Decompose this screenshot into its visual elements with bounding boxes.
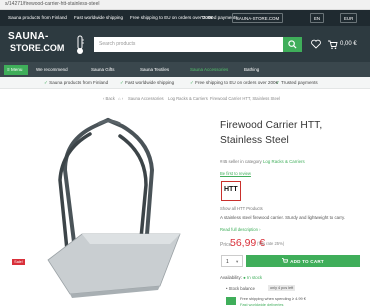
truck-icon [226,297,236,305]
usp-item: ✓ Sauna products from Finland [44,80,109,85]
cart-total[interactable]: 0,00 € [340,41,357,47]
availability: Availability: ● In stock [220,275,263,280]
add-to-cart-button[interactable]: ADD TO CART [246,255,360,267]
show-all-brand-link[interactable]: Show all HTT Products [220,206,263,211]
url-text: s/14271/firewood-carrier-htt-stainless-s… [5,1,100,7]
search-icon [288,40,297,49]
shipping-info: Free shipping when spending ≥ 4.99 € Fas… [226,296,366,308]
usp-item: ✓ Free shipping to EU on orders over 200… [190,80,279,85]
chevron-down-icon: ▾ [236,259,239,264]
sale-badge: Sale! [12,259,25,265]
firewood-carrier-image [47,118,181,298]
product-image[interactable] [10,110,210,305]
search-input[interactable]: Search products [94,37,302,52]
cart-icon[interactable] [327,39,338,50]
top-promo-strip: Sauna products from Finland Fast worldwi… [0,10,370,26]
nav-sauna-textiles[interactable]: Sauna Textiles [140,67,169,72]
heart-icon[interactable] [311,39,321,49]
search-placeholder: Search products [99,41,136,47]
in-stock-status: ● In stock [243,275,263,280]
breadcrumb-item[interactable]: Sauna Accessories [128,96,164,101]
home-icon[interactable]: ⌂ › [118,96,123,101]
language-selector[interactable]: EN [310,13,325,23]
category-link[interactable]: Log Racks & Carriers [263,159,305,164]
stock-balance-label: • Stock balance [226,286,255,291]
brand-logo[interactable]: HTT [221,181,241,201]
review-link[interactable]: Be first to review [220,171,251,176]
logo-line-1: SAUNA- [8,31,49,42]
stock-count-badge: only 4 pcs left [268,285,296,291]
browser-url-bar[interactable]: s/14271/firewood-carrier-htt-stainless-s… [0,0,370,10]
add-to-cart-label: ADD TO CART [290,259,324,264]
breadcrumb: ‹ Back ⌂ › Sauna Accessories Log Racks &… [0,96,370,104]
product-rank: #45 seller in category Log Racks & Carri… [220,159,305,164]
nav-sauna-gifts[interactable]: Sauna Gifts [91,67,115,72]
usp-item: ✓ Trusted payments [276,80,318,85]
usp-item: ✓ Fast worldwide shipping [120,80,175,85]
logo-line-2: STORE.COM [10,43,65,53]
main-nav: ≡ Menu We recommend Sauna Gifts Sauna Te… [0,62,370,77]
search-button[interactable] [283,37,302,52]
menu-button[interactable]: ≡ Menu [4,65,28,75]
promo-from-finland: Sauna products from Finland [8,15,67,20]
currency-selector[interactable]: EUR [340,13,358,23]
quantity-select[interactable]: 1 ▾ [221,255,243,267]
site-logo[interactable]: SAUNA- STORE.COM [8,31,84,57]
product-title: Firewood Carrier HTT, Stainless Steel [220,120,323,146]
nav-we-recommend[interactable]: We recommend [36,67,68,72]
shipping-line-1: Free shipping when spending ≥ 4.99 € [240,296,306,301]
read-full-description-link[interactable]: Read full description › [220,227,261,232]
promo-shipping: Fast worldwide shipping [74,15,124,20]
breadcrumb-item: Firewood Carrier HTT, Stainless Steel [210,96,281,101]
brand-logo-text: HTT [224,186,238,193]
nav-bathing[interactable]: Bathing [244,67,259,72]
tax-note: (Tax rate 25%) [257,241,285,246]
nav-sauna-accessories[interactable]: Sauna Accessories [190,67,228,72]
menu-label: Menu [10,67,23,72]
shipping-line-2: Fast worldwide deliveries [240,302,284,307]
site-selector[interactable]: SAUNA-STORE.COM [232,13,284,23]
usp-bar: ✓ Sauna products from Finland ✓ Fast wor… [0,77,370,89]
quantity-value: 1 [226,259,229,265]
back-link[interactable]: ‹ Back [103,96,115,101]
thermometer-icon [77,35,84,54]
short-description: A stainless steel firewood carrier. Stur… [220,215,346,220]
cart-icon [282,258,289,263]
site-header: SAUNA- STORE.COM Search products 0,00 € [0,26,370,62]
breadcrumb-item[interactable]: Log Racks & Carriers [168,96,208,101]
